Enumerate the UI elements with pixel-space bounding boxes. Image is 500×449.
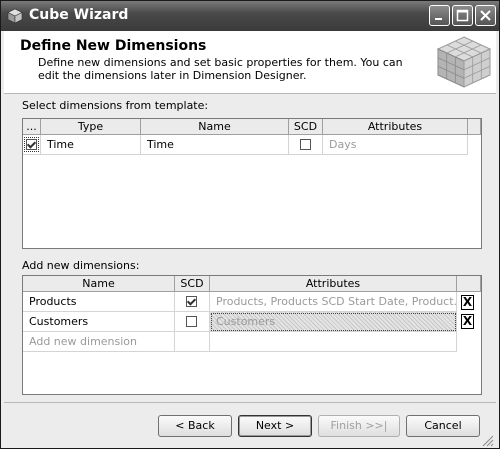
wizard-content: Select dimensions from template: ... Typ… — [4, 94, 496, 400]
header-filler — [457, 276, 481, 292]
type-cell[interactable]: Time — [41, 135, 141, 155]
name-column-header[interactable]: Name — [23, 276, 175, 292]
time-scd-checkbox[interactable] — [300, 139, 311, 150]
maximize-button[interactable] — [452, 5, 473, 26]
cube-app-icon — [7, 8, 23, 24]
minimize-icon — [435, 18, 442, 20]
next-button[interactable]: Next > — [238, 415, 312, 437]
delete-x-icon: X — [462, 295, 473, 309]
delete-row-button[interactable]: X — [461, 295, 474, 310]
type-column-header[interactable]: Type — [41, 119, 141, 135]
delete-row-button[interactable]: X — [461, 314, 474, 329]
delete-x-icon: X — [462, 314, 473, 328]
scd-column-header[interactable]: SCD — [289, 119, 323, 135]
wizard-header: Define New Dimensions Define new dimensi… — [4, 31, 496, 94]
window-title: Cube Wizard — [29, 7, 129, 23]
customers-scd-checkbox[interactable] — [186, 316, 197, 327]
close-window-button[interactable] — [475, 5, 496, 26]
cube-wizard-window: Cube Wizard Define New Dimensions Define… — [0, 0, 500, 449]
attributes-cell[interactable]: Products, Products SCD Start Date, Produ… — [210, 292, 457, 312]
page-title: Define New Dimensions — [20, 38, 207, 54]
scd-cell[interactable] — [175, 312, 210, 332]
scd-column-header[interactable]: SCD — [175, 276, 210, 292]
title-bar[interactable]: Cube Wizard — [1, 1, 499, 31]
header-filler — [468, 119, 481, 135]
select-all-column-header[interactable]: ... — [23, 119, 41, 135]
attributes-cell[interactable] — [210, 332, 457, 352]
name-cell[interactable]: Customers — [23, 312, 175, 332]
resize-grip-icon[interactable] — [482, 435, 494, 447]
scd-cell[interactable] — [175, 292, 210, 312]
wizard-footer: < Back Next > Finish >>| Cancel — [4, 402, 496, 448]
scd-cell[interactable] — [175, 332, 210, 352]
minimize-button[interactable] — [429, 5, 450, 26]
template-dimensions-grid[interactable]: ... Type Name SCD Attributes Time Time D… — [22, 118, 482, 249]
new-dimensions-grid[interactable]: Name SCD Attributes Products Products, P… — [22, 275, 482, 395]
page-description: Define new dimensions and set basic prop… — [38, 56, 403, 82]
add-new-dimension-cell[interactable]: Add new dimension — [23, 332, 175, 352]
name-cell[interactable]: Time — [141, 135, 289, 155]
scd-cell[interactable] — [289, 135, 323, 155]
back-button[interactable]: < Back — [158, 415, 232, 437]
attributes-cell[interactable]: Customers — [210, 312, 457, 332]
name-column-header[interactable]: Name — [141, 119, 289, 135]
time-select-checkbox[interactable] — [24, 137, 39, 152]
attributes-column-header[interactable]: Attributes — [323, 119, 468, 135]
finish-button[interactable]: Finish >>| — [318, 415, 400, 437]
row-select-cell[interactable] — [23, 135, 41, 155]
template-section-label: Select dimensions from template: — [22, 99, 209, 112]
products-scd-checkbox[interactable] — [186, 296, 197, 307]
maximize-icon — [456, 9, 469, 22]
new-section-label: Add new dimensions: — [22, 259, 140, 272]
cancel-button[interactable]: Cancel — [406, 415, 480, 437]
cube-grid-graphic — [436, 36, 492, 88]
attributes-cell[interactable]: Days — [323, 135, 468, 155]
name-cell[interactable]: Products — [23, 292, 175, 312]
attributes-column-header[interactable]: Attributes — [210, 276, 457, 292]
close-icon — [480, 10, 491, 21]
